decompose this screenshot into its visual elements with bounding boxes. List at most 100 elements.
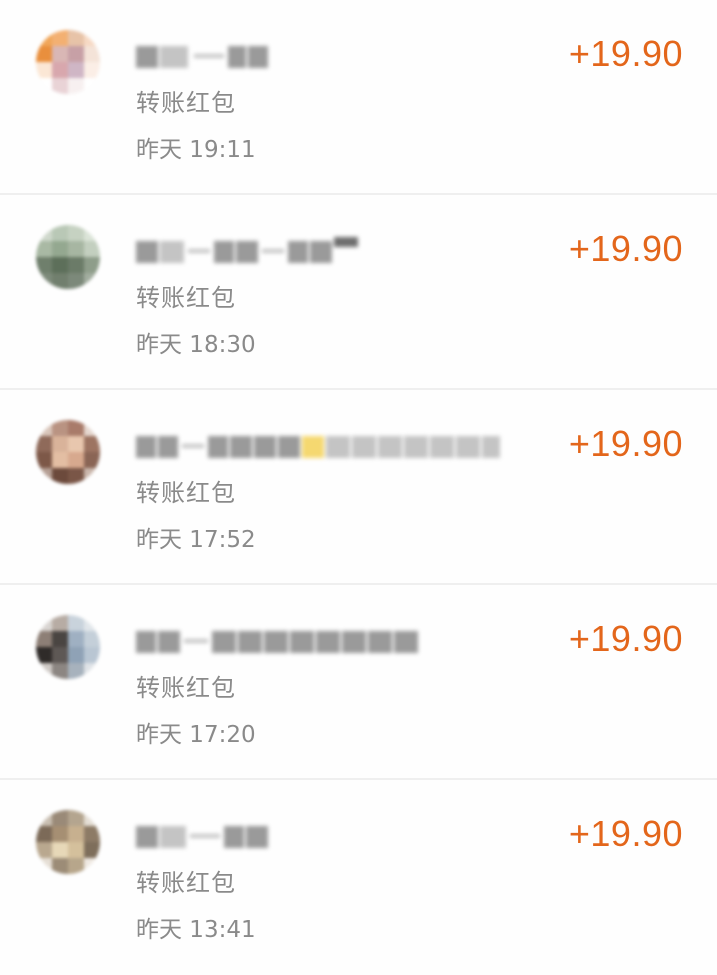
avatar-mosaic-tile <box>52 420 68 436</box>
transaction-time: 昨天 18:30 <box>136 332 256 358</box>
transaction-type: 转账红包 <box>136 479 236 507</box>
sender-name-blurred <box>136 42 276 72</box>
avatar-mosaic-tile <box>68 46 84 62</box>
transaction-list: 转账红包 昨天 19:11 +19.90 转账红包 昨天 18:30 +19.9… <box>0 0 717 975</box>
avatar-mosaic-tile <box>52 858 68 874</box>
avatar-mosaic-tile <box>36 842 52 858</box>
avatar-mosaic-tile <box>84 810 100 826</box>
transaction-type: 转账红包 <box>136 869 236 897</box>
avatar-mosaic-tile <box>36 647 52 663</box>
avatar-mosaic-tile <box>68 468 84 484</box>
avatar-mosaic-tile <box>36 631 52 647</box>
avatar-mosaic-tile <box>84 46 100 62</box>
sender-name-blurred <box>136 432 506 462</box>
avatar-mosaic-tile <box>84 468 100 484</box>
transaction-amount: +19.90 <box>568 33 683 74</box>
transaction-type: 转账红包 <box>136 89 236 117</box>
avatar-mosaic-tile <box>68 273 84 289</box>
avatar-mosaic-tile <box>84 452 100 468</box>
avatar-mosaic-tile <box>52 273 68 289</box>
avatar-mosaic-tile <box>36 858 52 874</box>
transaction-amount: +19.90 <box>568 618 683 659</box>
avatar-mosaic-tile <box>68 842 84 858</box>
transaction-item[interactable]: 转账红包 昨天 18:30 +19.90 <box>0 195 717 390</box>
avatar-mosaic-tile <box>36 30 52 46</box>
sender-avatar <box>36 420 100 484</box>
avatar-mosaic-tile <box>36 663 52 679</box>
transaction-item[interactable]: 转账红包 昨天 17:20 +19.90 <box>0 585 717 780</box>
sender-name-blurred <box>136 822 276 852</box>
avatar-mosaic-tile <box>84 826 100 842</box>
avatar-mosaic-tile <box>36 257 52 273</box>
avatar-mosaic-tile <box>52 78 68 94</box>
sender-avatar <box>36 615 100 679</box>
avatar-mosaic-tile <box>68 615 84 631</box>
avatar-mosaic-tile <box>84 663 100 679</box>
transaction-item[interactable]: 转账红包 昨天 17:52 +19.90 <box>0 390 717 585</box>
sender-avatar <box>36 810 100 874</box>
avatar-mosaic-tile <box>68 78 84 94</box>
sender-avatar <box>36 225 100 289</box>
avatar-mosaic-tile <box>84 615 100 631</box>
avatar-mosaic-tile <box>68 420 84 436</box>
transaction-type: 转账红包 <box>136 284 236 312</box>
avatar-mosaic-tile <box>52 46 68 62</box>
avatar-mosaic-tile <box>84 257 100 273</box>
avatar-mosaic-tile <box>68 241 84 257</box>
avatar-mosaic-tile <box>52 631 68 647</box>
transaction-amount: +19.90 <box>568 228 683 269</box>
avatar-mosaic-tile <box>68 631 84 647</box>
avatar-mosaic-tile <box>84 225 100 241</box>
transaction-amount: +19.90 <box>568 423 683 464</box>
avatar-mosaic-tile <box>68 257 84 273</box>
avatar-mosaic-tile <box>68 858 84 874</box>
avatar-mosaic-tile <box>68 647 84 663</box>
sender-name-blurred <box>136 237 366 267</box>
avatar-mosaic-tile <box>36 452 52 468</box>
avatar-mosaic-tile <box>36 826 52 842</box>
avatar-mosaic-tile <box>84 842 100 858</box>
avatar-mosaic-tile <box>36 273 52 289</box>
avatar-mosaic-tile <box>68 225 84 241</box>
avatar-mosaic-tile <box>52 62 68 78</box>
avatar-mosaic-tile <box>84 436 100 452</box>
avatar-mosaic-tile <box>36 615 52 631</box>
transaction-item[interactable]: 转账红包 昨天 13:41 +19.90 <box>0 780 717 975</box>
avatar-mosaic-tile <box>52 615 68 631</box>
avatar-mosaic-tile <box>52 810 68 826</box>
avatar-mosaic-tile <box>84 78 100 94</box>
avatar-mosaic-tile <box>36 62 52 78</box>
avatar-mosaic-tile <box>68 452 84 468</box>
avatar-mosaic-tile <box>36 468 52 484</box>
sender-name-blurred <box>136 627 426 657</box>
avatar-mosaic-tile <box>68 810 84 826</box>
transaction-item[interactable]: 转账红包 昨天 19:11 +19.90 <box>0 0 717 195</box>
avatar-mosaic-tile <box>36 420 52 436</box>
avatar-mosaic-tile <box>84 647 100 663</box>
transaction-time: 昨天 19:11 <box>136 137 256 163</box>
avatar-mosaic-tile <box>68 30 84 46</box>
transaction-time: 昨天 17:20 <box>136 722 256 748</box>
avatar-mosaic-tile <box>52 241 68 257</box>
transaction-time: 昨天 13:41 <box>136 917 256 943</box>
avatar-mosaic-tile <box>52 30 68 46</box>
avatar-mosaic-tile <box>68 436 84 452</box>
avatar-mosaic-tile <box>52 647 68 663</box>
transaction-type: 转账红包 <box>136 674 236 702</box>
avatar-mosaic-tile <box>52 468 68 484</box>
avatar-mosaic-tile <box>52 826 68 842</box>
avatar-mosaic-tile <box>36 46 52 62</box>
avatar-mosaic-tile <box>84 62 100 78</box>
avatar-mosaic-tile <box>68 62 84 78</box>
avatar-mosaic-tile <box>84 631 100 647</box>
avatar-mosaic-tile <box>84 273 100 289</box>
avatar-mosaic-tile <box>36 810 52 826</box>
sender-avatar <box>36 30 100 94</box>
transaction-time: 昨天 17:52 <box>136 527 256 553</box>
avatar-mosaic-tile <box>52 452 68 468</box>
avatar-mosaic-tile <box>84 858 100 874</box>
avatar-mosaic-tile <box>84 420 100 436</box>
avatar-mosaic-tile <box>68 826 84 842</box>
avatar-mosaic-tile <box>52 257 68 273</box>
avatar-mosaic-tile <box>68 663 84 679</box>
